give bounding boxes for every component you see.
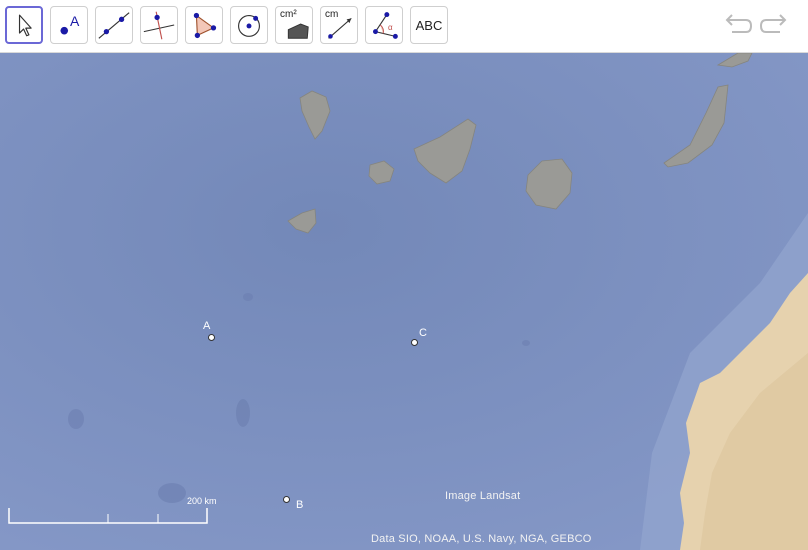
area-icon [287, 23, 309, 39]
point-a-label: A [203, 320, 211, 332]
attribution-image: Image Landsat [445, 490, 521, 502]
point-c-label: C [419, 327, 427, 339]
point-a[interactable] [208, 334, 215, 341]
map-graphics-view[interactable]: A B C 200 km Image Landsat Data SIO, NOA… [0, 53, 808, 550]
point-tool-button[interactable]: A [50, 6, 88, 44]
move-tool-button[interactable] [5, 6, 43, 44]
attribution-data: Data SIO, NOAA, U.S. Navy, NGA, GEBCO [371, 533, 592, 545]
point-b[interactable] [283, 496, 290, 503]
toolbar: A cm² cm α ABC [0, 0, 808, 53]
map-background [0, 53, 808, 550]
distance-icon [328, 17, 352, 39]
redo-icon[interactable] [760, 14, 790, 38]
text-tool-button[interactable]: ABC [410, 6, 448, 44]
polygon-icon [193, 12, 217, 39]
circle-tool-button[interactable] [230, 6, 268, 44]
scale-bar [8, 508, 208, 524]
line-tool-button[interactable] [95, 6, 133, 44]
scale-label: 200 km [187, 496, 217, 506]
text-tool-label: ABC [415, 18, 443, 33]
point-c[interactable] [411, 339, 418, 346]
perpendicular-line-icon [143, 11, 175, 40]
angle-tool-button[interactable]: α [365, 6, 403, 44]
polygon-tool-button[interactable] [185, 6, 223, 44]
point-b-label: B [296, 499, 304, 511]
cursor-arrow-icon [18, 14, 32, 37]
point-icon [60, 26, 69, 35]
undo-icon[interactable] [722, 14, 752, 38]
area-tool-button[interactable]: cm² [275, 6, 313, 44]
perpendicular-line-tool-button[interactable] [140, 6, 178, 44]
angle-icon [373, 12, 398, 39]
angle-tool-label: α [388, 23, 393, 32]
distance-tool-button[interactable]: cm [320, 6, 358, 44]
circle-center-point-icon [238, 14, 260, 37]
point-tool-label: A [70, 13, 80, 29]
line-through-two-points-icon [98, 12, 130, 39]
